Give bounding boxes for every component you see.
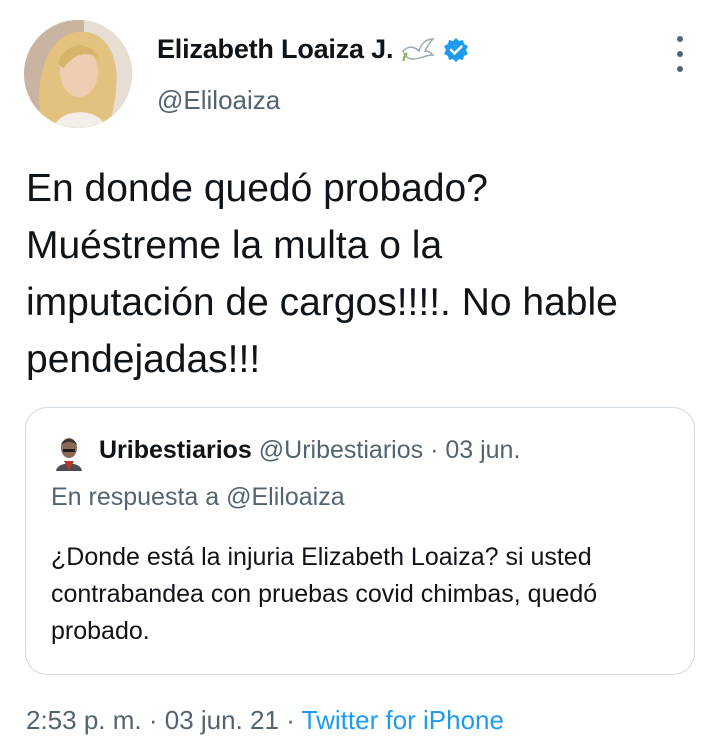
quoted-separator: · bbox=[430, 436, 439, 464]
quoted-date[interactable]: 03 jun. bbox=[445, 436, 520, 464]
quoted-tweet-text: ¿Donde está la injuria Elizabeth Loaiza?… bbox=[51, 543, 598, 645]
more-dot-icon bbox=[677, 51, 683, 57]
tweet-footer: 2:53 p. m. · 03 jun. 21 · Twitter for iP… bbox=[26, 705, 504, 736]
author-avatar-image bbox=[24, 20, 132, 128]
tweet-date[interactable]: 03 jun. 21 bbox=[165, 705, 279, 735]
tweet-source-link[interactable]: Twitter for iPhone bbox=[302, 705, 504, 735]
more-options-button[interactable] bbox=[670, 36, 690, 72]
more-dot-icon bbox=[677, 36, 683, 42]
quoted-author-name[interactable]: Uribestiarios bbox=[99, 436, 252, 464]
author-display-name[interactable]: Elizabeth Loaiza J. bbox=[157, 34, 469, 65]
author-name-text: Elizabeth Loaiza J. bbox=[157, 34, 394, 64]
footer-separator: · bbox=[148, 705, 158, 735]
quoted-author-handle[interactable]: @Uribestiarios bbox=[259, 436, 423, 464]
footer-separator: · bbox=[286, 705, 295, 735]
quoted-author-avatar[interactable] bbox=[53, 435, 85, 471]
author-avatar[interactable] bbox=[24, 20, 132, 128]
tweet-text: En donde quedó probado? Muéstreme la mul… bbox=[26, 167, 618, 381]
more-dot-icon bbox=[677, 66, 683, 72]
verified-badge-icon bbox=[443, 37, 469, 63]
dove-icon bbox=[401, 37, 435, 63]
quoted-tweet-card[interactable]: Uribestiarios @Uribestiarios · 03 jun. E… bbox=[25, 407, 695, 675]
tweet-time[interactable]: 2:53 p. m. bbox=[26, 705, 142, 735]
quoted-tweet-header: Uribestiarios @Uribestiarios · 03 jun. bbox=[99, 436, 520, 465]
author-handle[interactable]: @Eliloaiza bbox=[157, 85, 280, 116]
quoted-reply-context: En respuesta a @Eliloaiza bbox=[51, 483, 345, 511]
